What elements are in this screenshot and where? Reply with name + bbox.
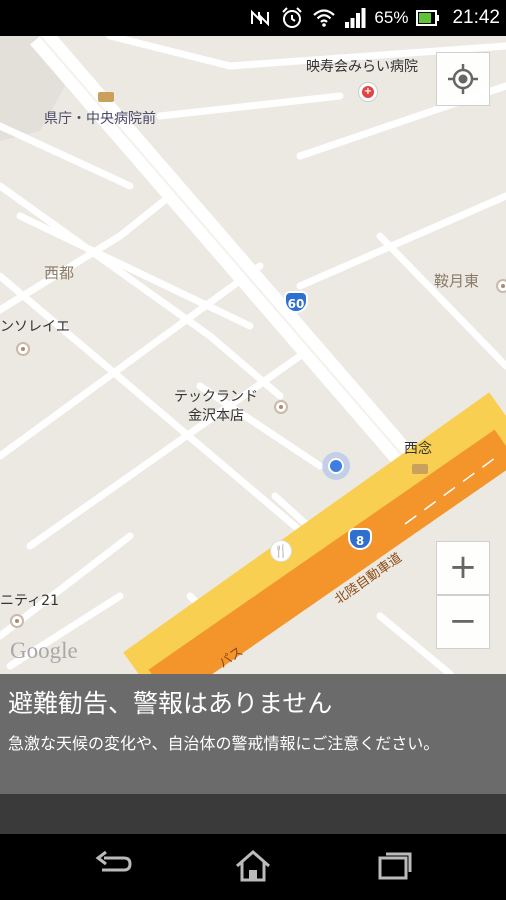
battery-percentage: 65% [374,8,409,27]
poi-icon[interactable] [274,400,288,414]
alert-title: 避難勧告、警報はありません [8,689,333,718]
bottom-band [0,794,506,834]
status-bar: 65% 21:42 [0,0,506,36]
zoom-out-button[interactable]: − [436,595,490,649]
navigation-bar [0,834,506,900]
restaurant-icon[interactable]: 🍴 [270,540,292,562]
alert-message: 急激な天候の変化や、自治体の警戒情報にご注意ください。 [8,734,440,753]
label-store-sorei: ンソレイエ [0,319,70,335]
poi-icon[interactable] [496,279,506,293]
back-button[interactable] [84,842,144,892]
current-location-icon [322,452,350,480]
nfc-icon [251,9,270,27]
label-bus-stop: 県庁・中央病院前 [44,111,156,127]
back-icon [95,850,132,872]
map-base [0,36,506,674]
alarm-icon [282,7,303,28]
alert-banner: 避難勧告、警報はありません 急激な天候の変化や、自治体の警戒情報にご注意ください… [0,674,506,794]
map-view[interactable]: 映寿会みらい病院 + 県庁・中央病院前 西都 鞍月東 ンソレイエ テックランド … [0,36,506,674]
home-icon [236,850,270,882]
label-district-nishito: 西都 [44,264,75,282]
transit-icon [412,464,428,474]
label-store-nity: ニティ21 [0,593,59,609]
my-location-button[interactable] [436,52,490,106]
label-area-nishinen: 西念 [404,441,432,457]
crosshair-icon [448,64,478,94]
zoom-in-button[interactable]: + [436,541,490,595]
label-store-techland: テックランド 金沢本店 [174,389,258,424]
signal-icon [345,8,366,28]
recent-apps-icon [378,852,412,880]
poi-icon[interactable] [16,342,30,356]
clock: 21:42 [452,7,500,28]
wifi-icon [313,9,336,27]
battery-icon [416,10,440,26]
label-district-kurazuki-higashi: 鞍月東 [434,272,480,290]
hospital-icon[interactable]: + [358,82,378,102]
recent-apps-button[interactable] [364,842,424,892]
bus-stop-icon [98,92,114,102]
poi-icon[interactable] [10,614,24,628]
home-button[interactable] [223,842,283,892]
google-logo: Google [10,638,78,663]
label-hospital: 映寿会みらい病院 [306,59,418,75]
